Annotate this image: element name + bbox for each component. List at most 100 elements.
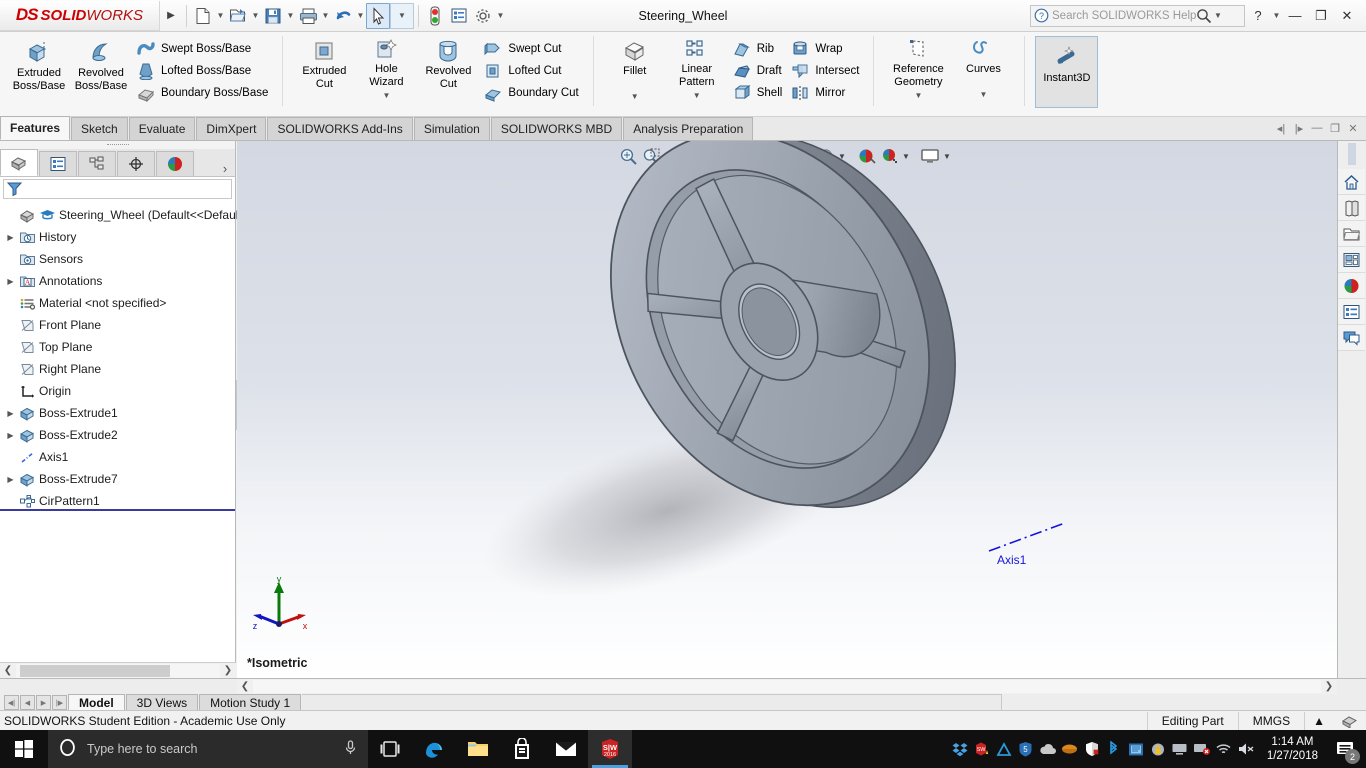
graphics-scroll-track[interactable] [253, 680, 1321, 693]
solidworks-2016-icon[interactable]: S|W 2016 [588, 730, 632, 768]
doc-close-button[interactable]: ✕ [1344, 118, 1362, 138]
instant3d-button[interactable]: Instant3D [1035, 36, 1099, 108]
tab-last-button[interactable]: |▶ [52, 695, 67, 710]
hole-wizard-button[interactable]: Hole Wizard ▼ [355, 34, 417, 101]
settings-dropdown[interactable]: ▼ [495, 11, 506, 20]
intersect-button[interactable]: Intersect [786, 60, 863, 82]
undo-button[interactable] [331, 3, 355, 29]
tree-item-boss-extrude1[interactable]: ▶ Boss-Extrude1 [0, 402, 235, 424]
tab-next-button[interactable]: ▶ [36, 695, 51, 710]
fillet-button[interactable]: Fillet ▼ [604, 34, 666, 102]
tab-evaluate[interactable]: Evaluate [128, 117, 196, 140]
undo-dropdown[interactable]: ▼ [355, 11, 366, 20]
file-explorer-icon[interactable] [1338, 221, 1365, 247]
wrap-button[interactable]: Wrap [786, 38, 863, 60]
lofted-boss-base-button[interactable]: Lofted Boss/Base [132, 60, 272, 82]
view-palette-icon[interactable] [1338, 247, 1365, 273]
menu-expand-arrow[interactable]: ▶ [160, 10, 182, 21]
tree-expander-boss-extrude7[interactable]: ▶ [4, 475, 17, 484]
feature-tree-filter[interactable] [3, 179, 232, 199]
print-document-button[interactable] [296, 3, 320, 29]
scroll-right-arrow[interactable]: ❯ [220, 665, 236, 676]
select-tool-dropdown[interactable]: ▼ [390, 2, 414, 29]
ellipse-app-icon[interactable] [1059, 730, 1081, 768]
security-lock-icon[interactable] [1147, 730, 1169, 768]
lofted-cut-button[interactable]: Lofted Cut [479, 60, 582, 82]
doc-previous-button[interactable]: ◂| [1272, 118, 1290, 138]
tab-simulation[interactable]: Simulation [413, 117, 490, 140]
solidworks-tray-icon[interactable]: SW [971, 730, 993, 768]
draft-button[interactable]: Draft [728, 60, 787, 82]
tree-item-part[interactable]: Steering_Wheel (Default<<Default> [0, 204, 249, 226]
linear-pattern-dropdown[interactable]: ▼ [693, 90, 701, 101]
onedrive-icon[interactable] [1037, 730, 1059, 768]
custom-properties-icon[interactable] [1338, 299, 1365, 325]
tab-solidworks-add-ins[interactable]: SOLIDWORKS Add-Ins [267, 117, 413, 140]
solidworks-forum-icon[interactable] [1338, 325, 1365, 351]
feature-tree-horizontal-scrollbar[interactable]: ❮ ❯ [0, 662, 236, 678]
rollback-bar[interactable] [0, 509, 235, 511]
tree-expander-annotations[interactable]: ▶ [4, 277, 17, 286]
scrollbar-thumb[interactable] [20, 664, 170, 677]
document-tab-model[interactable]: Model [68, 694, 125, 711]
tab-solidworks-mbd[interactable]: SOLIDWORKS MBD [490, 117, 623, 140]
tree-expander-boss-extrude1[interactable]: ▶ [4, 409, 17, 418]
solidworks-logo[interactable]: DS SOLID WORKS [0, 0, 160, 31]
swept-boss-base-button[interactable]: Swept Boss/Base [132, 38, 272, 60]
display-icon[interactable] [1169, 730, 1191, 768]
mirror-button[interactable]: Mirror [786, 82, 863, 104]
feature-manager-more-tabs[interactable]: › [215, 161, 235, 176]
units-indicator[interactable]: MMGS [1237, 711, 1304, 730]
appearances-manager-tab[interactable] [156, 151, 194, 176]
tree-expander-history[interactable]: ▶ [4, 233, 17, 242]
start-button[interactable] [0, 730, 48, 768]
edge-browser-icon[interactable] [412, 730, 456, 768]
curves-button[interactable]: Curves ▼ [952, 34, 1014, 100]
tab-first-button[interactable]: ◀| [4, 695, 19, 710]
design-library-icon[interactable] [1338, 195, 1365, 221]
tree-item-right-plane[interactable]: Right Plane [0, 358, 235, 380]
doc-restore-button[interactable]: ❐ [1326, 118, 1344, 138]
tree-item-front-plane[interactable]: Front Plane [0, 314, 235, 336]
help-dropdown-caret[interactable]: ▼ [1271, 11, 1282, 20]
curves-dropdown[interactable]: ▼ [979, 89, 987, 100]
autodesk-icon[interactable] [993, 730, 1015, 768]
file-explorer-icon[interactable] [456, 730, 500, 768]
select-tool-button[interactable] [366, 2, 390, 29]
windows-defender-icon[interactable] [1081, 730, 1103, 768]
graphics-scroll-right[interactable]: ❯ [1321, 681, 1337, 692]
tab-dimxpert[interactable]: DimXpert [196, 117, 267, 140]
task-view-icon[interactable] [368, 730, 412, 768]
new-document-button[interactable] [191, 3, 215, 29]
wifi-icon[interactable] [1213, 730, 1235, 768]
network-app-icon[interactable] [1125, 730, 1147, 768]
notification-center-button[interactable]: 2 [1328, 730, 1362, 768]
tab-sketch[interactable]: Sketch [71, 117, 128, 140]
task-pane-scroll-indicator[interactable] [1348, 143, 1356, 165]
rebuild-button[interactable] [423, 3, 447, 29]
home-icon[interactable] [1338, 169, 1365, 195]
dimxpert-manager-tab[interactable] [117, 151, 155, 176]
boundary-cut-button[interactable]: Boundary Cut [479, 82, 582, 104]
tree-item-boss-extrude2[interactable]: ▶ Boss-Extrude2 [0, 424, 235, 446]
search-dropdown-caret[interactable]: ▼ [1212, 11, 1223, 20]
tree-item-history[interactable]: ▶ History [0, 226, 235, 248]
fillet-dropdown[interactable]: ▼ [631, 91, 639, 102]
bluetooth-icon[interactable] [1103, 730, 1125, 768]
doc-next-button[interactable]: |▸ [1290, 118, 1308, 138]
swept-cut-button[interactable]: Swept Cut [479, 38, 582, 60]
mail-icon[interactable] [544, 730, 588, 768]
reference-geometry-dropdown[interactable]: ▼ [914, 90, 922, 101]
graphics-horizontal-scrollbar[interactable]: ❮ ❯ [237, 679, 1337, 694]
linear-pattern-button[interactable]: Linear Pattern ▼ [666, 34, 728, 101]
dropbox-icon[interactable] [949, 730, 971, 768]
save-document-dropdown[interactable]: ▼ [285, 11, 296, 20]
tree-item-annotations[interactable]: ▶ A Annotations [0, 270, 235, 292]
graphics-scroll-left[interactable]: ❮ [237, 681, 253, 692]
settings-gear-button[interactable] [471, 3, 495, 29]
microsoft-store-icon[interactable] [500, 730, 544, 768]
help-search-box[interactable]: ? Search SOLIDWORKS Help ▼ [1030, 4, 1245, 27]
revolved-cut-button[interactable]: Revolved Cut [417, 34, 479, 100]
volume-muted-icon[interactable] [1235, 730, 1257, 768]
restore-button[interactable]: ❐ [1308, 3, 1334, 29]
